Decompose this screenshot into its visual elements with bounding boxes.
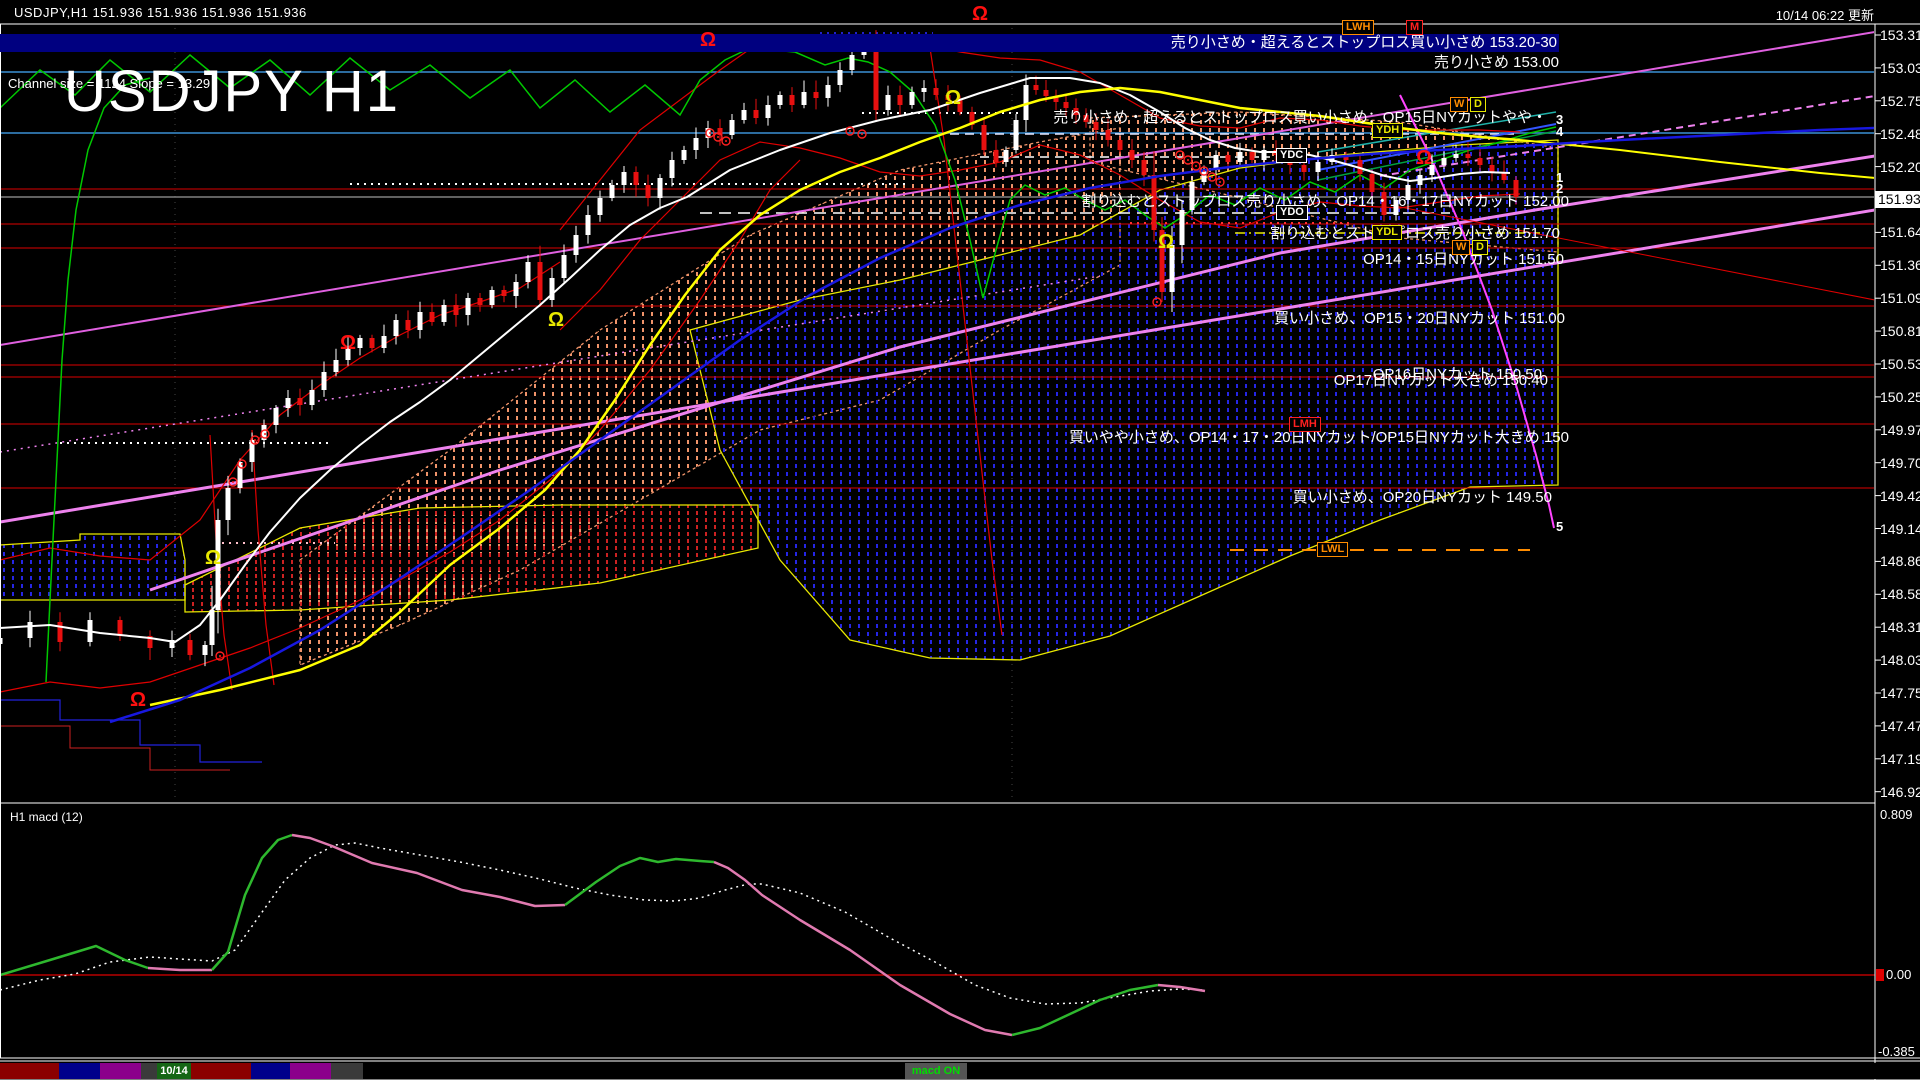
omega-marker: Ω [205,547,222,569]
price-tick: 149.145 [1880,520,1920,537]
omega-marker: Ω [548,309,565,331]
chart-canvas[interactable] [0,0,1920,1080]
price-tick: 149.420 [1880,487,1920,504]
macd-scale-top: 0.809 [1880,807,1913,822]
annotation: 買い小さめ、OP20日NYカット 149.50 [1292,489,1552,506]
annotation: 買いやや小さめ、OP14・17・20日NYカット/OP15日NYカット大きめ 1… [1068,429,1569,446]
footer-10-14: 10/14 [157,1063,191,1079]
price-tick: 151.090 [1880,290,1920,307]
price-tick: 152.200 [1880,158,1920,175]
price-tick: 147.195 [1880,750,1920,767]
price-tick: 152.755 [1880,92,1920,109]
macd-scale-zero: 0.00 [1886,967,1912,982]
level-tag-d: D [1470,97,1486,112]
footer-segment [363,1063,905,1079]
symbol-quote-title: USDJPY,H1 151.936 151.936 151.936 151.93… [14,5,307,20]
footer-macd-on[interactable]: macd ON [905,1063,967,1079]
footer-segment [967,1063,1920,1079]
omega-marker: Ω [972,3,989,25]
price-tick: 150.535 [1880,356,1920,372]
annotation: 割り込むとストップロス売り小さめ 151.70 [1269,225,1560,242]
price-tick: 151.365 [1880,257,1920,274]
footer-segment [0,1063,59,1079]
footer-segment [141,1063,157,1079]
level-tag-w: W [1450,97,1469,112]
wave-number: 5 [1556,519,1564,534]
price-tick: 153.315 [1880,27,1920,43]
footer-segment [331,1063,363,1079]
level-tag-ydc: YDC [1276,148,1308,163]
price-tick: 150.255 [1880,388,1920,405]
price-tick: 153.035 [1880,59,1920,76]
macd-scale-bottom: -0.385 [1878,1044,1915,1059]
channel-info-label: Channel size = 1124 Slope = 13.29 [8,76,211,91]
annotation: 買い小さめ、OP15・20日NYカット 151.00 [1274,310,1565,327]
price-tick: 147.475 [1880,717,1920,734]
price-tick: 148.310 [1880,619,1920,636]
annotation: 割り込むとストップロス売り小さめ、OP14・16・17日NYカット 152.00 [1081,193,1569,210]
omega-marker: Ω [130,689,147,711]
footer-segment [290,1063,331,1079]
footer-segment [59,1063,100,1079]
annotation: 売り小さめ・超えるとストップロス買い小さめ 153.20-30 [0,34,1559,52]
omega-marker: Ω [1158,231,1175,253]
mt4-chart-window: USDJPY,H1 151.936 151.936 151.936 151.93… [0,0,1920,1080]
omega-marker: Ω [1416,147,1433,169]
price-tick: 148.865 [1880,553,1920,570]
price-tick: 146.920 [1880,783,1920,800]
footer-segment [100,1063,141,1079]
macd-indicator-label: H1 macd (12) [10,810,83,824]
wave-number: 4 [1556,124,1564,139]
price-tick: 152.480 [1880,125,1920,142]
wave-number: 2 [1556,181,1564,196]
level-tag-ydl: YDL [1372,225,1402,240]
timeline-strip: 10/14 macd ON [0,1063,1920,1079]
annotation: OP14・15日NYカット 151.50 [1363,251,1564,268]
level-tag-ydh: YDH [1372,123,1404,138]
level-tag-lmh: LMH [1289,417,1321,432]
annotation: 売り小さめ・超えるとストップロス買い小さめ：OP15日NYカットやや・ [1053,109,1547,126]
level-tag-lwh: LWH [1342,20,1375,35]
footer-segment [191,1063,251,1079]
price-tick: 147.755 [1880,685,1920,701]
level-tag-w: W [1452,240,1471,255]
price-tick: 148.585 [1880,586,1920,603]
annotation: 売り小さめ 153.00 [1433,54,1559,71]
omega-marker: Ω [340,332,357,354]
current-price-box: 151.936 [1875,191,1920,208]
price-tick: 149.975 [1880,421,1920,438]
price-tick: 148.030 [1880,652,1920,669]
footer-segment [251,1063,290,1079]
omega-marker: Ω [945,87,962,109]
price-tick: 149.700 [1880,454,1920,471]
price-tick: 151.645 [1880,224,1920,241]
level-tag-ydo: YDO [1276,205,1308,220]
price-tick: 150.810 [1880,323,1920,340]
level-tag-lwl: LWL [1317,542,1349,557]
annotation: OP17日NYカット大きめ 150.40 [1333,372,1548,389]
level-tag-m: M [1406,20,1424,35]
omega-marker: Ω [700,29,717,51]
last-update-time: 10/14 06:22 更新 [1775,8,1874,23]
level-tag-d: D [1472,240,1488,255]
